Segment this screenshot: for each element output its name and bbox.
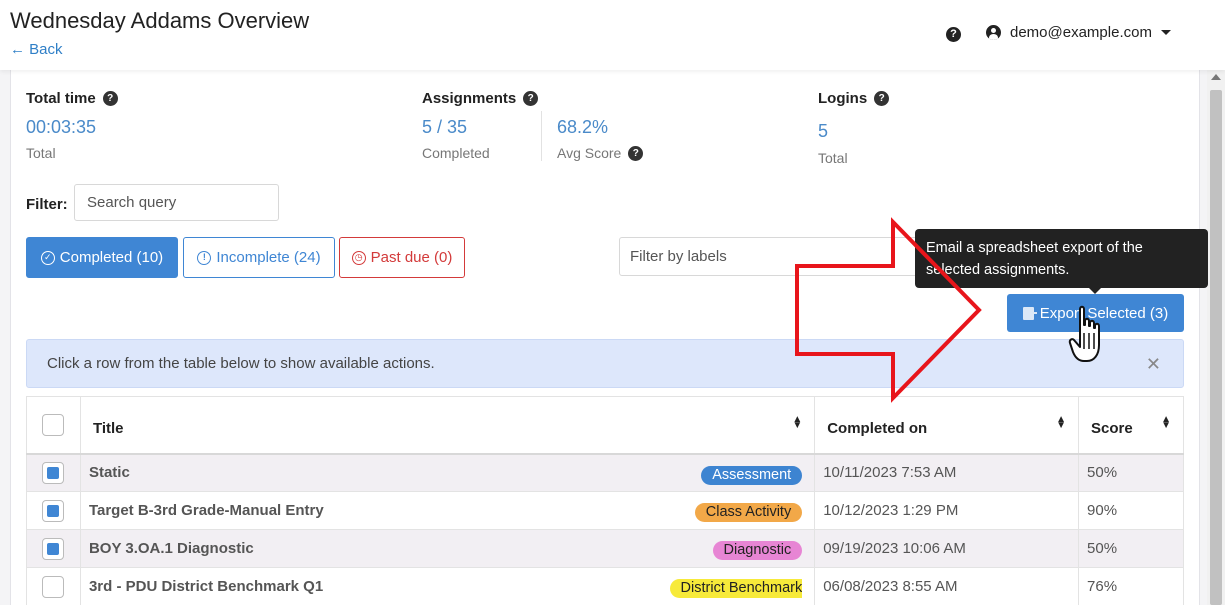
close-icon[interactable]: ✕: [1146, 354, 1161, 375]
scroll-thumb[interactable]: [1210, 90, 1222, 605]
user-circle-icon: [986, 25, 1001, 40]
question-circle-icon[interactable]: ?: [946, 27, 961, 42]
table-row[interactable]: BOY 3.OA.1 Diagnostic Diagnostic 09/19/2…: [26, 529, 1184, 568]
assignments-value: 5 / 35: [422, 117, 468, 137]
table-row[interactable]: Static Assessment 10/11/2023 7:53 AM 50%: [26, 453, 1184, 492]
row-score: 50%: [1078, 529, 1184, 568]
row-select-cell: [26, 567, 81, 605]
label-tag: Diagnostic: [712, 541, 803, 560]
label-tag: Assessment: [701, 465, 803, 485]
sort-icon: ▲ ▼: [1056, 414, 1067, 431]
row-checkbox[interactable]: [42, 499, 65, 522]
row-checkbox[interactable]: [42, 537, 65, 560]
row-title: BOY 3.OA.1 Diagnostic: [88, 540, 254, 557]
question-circle-icon[interactable]: ?: [628, 145, 644, 161]
row-select-cell: [26, 491, 81, 530]
page-title: Wednesday Addams Overview: [10, 8, 310, 33]
exclamation-circle-icon: !: [197, 250, 212, 265]
table-header-row: Title ▲ ▼ Completed on ▲ ▼ Score ▲ ▼: [26, 396, 1184, 455]
row-title: 3rd - PDU District Benchmark Q1: [88, 578, 324, 595]
clock-icon: ◷: [351, 250, 366, 265]
label-tag: District Benchmark: [669, 579, 803, 598]
past-due-filter-button[interactable]: ◷ Past due (0): [339, 237, 465, 278]
info-alert: Click a row from the table below to show…: [26, 339, 1184, 388]
row-title-cell: Static Assessment: [79, 453, 816, 492]
row-date: 09/19/2023 10:06 AM: [814, 529, 1080, 568]
export-selected-button[interactable]: Export Selected (3): [1007, 294, 1184, 332]
stat-divider: [541, 111, 542, 161]
tooltip-arrow: [1088, 287, 1102, 294]
row-checkbox[interactable]: [42, 575, 65, 598]
back-link[interactable]: ← Back: [10, 41, 63, 58]
row-title-cell: 3rd - PDU District Benchmark Q1 District…: [79, 567, 816, 605]
file-export-icon: [1022, 306, 1037, 320]
assignments-sub: Completed: [422, 145, 490, 161]
question-circle-icon[interactable]: ?: [523, 91, 539, 106]
column-header-score[interactable]: Score ▲ ▼: [1078, 396, 1184, 455]
caret-down-icon: [1160, 30, 1171, 35]
row-date: 06/08/2023 8:55 AM: [814, 567, 1080, 605]
export-tooltip: Email a spreadsheet export of the select…: [915, 229, 1208, 288]
table-row[interactable]: 3rd - PDU District Benchmark Q1 District…: [26, 567, 1184, 605]
select-all-header: [26, 396, 81, 455]
user-email: demo@example.com: [1010, 24, 1152, 41]
incomplete-filter-button[interactable]: ! Incomplete (24): [183, 237, 335, 278]
search-input[interactable]: [74, 184, 279, 221]
row-score: 90%: [1078, 491, 1184, 530]
question-circle-icon[interactable]: ?: [102, 91, 118, 106]
row-date: 10/11/2023 7:53 AM: [814, 453, 1080, 492]
row-title-cell: Target B-3rd Grade-Manual Entry Class Ac…: [79, 491, 816, 530]
completed-filter-button[interactable]: ✓ Completed (10): [26, 237, 178, 278]
total-time-label: Total time ?: [26, 90, 118, 107]
row-title-cell: BOY 3.OA.1 Diagnostic Diagnostic: [79, 529, 816, 568]
top-bar: Wednesday Addams Overview ← Back ? demo@…: [0, 0, 1225, 70]
row-checkbox[interactable]: [42, 461, 65, 484]
logins-label: Logins ?: [818, 90, 890, 107]
row-select-cell: [26, 453, 81, 492]
total-time-sub: Total: [26, 145, 56, 161]
labels-filter-placeholder: Filter by labels: [630, 248, 727, 265]
sort-icon: ▲ ▼: [792, 414, 803, 431]
scroll-up-icon[interactable]: [1211, 74, 1221, 80]
select-all-checkbox[interactable]: [42, 413, 65, 436]
label-tag: Class Activity: [694, 503, 803, 522]
question-circle-icon[interactable]: ?: [874, 91, 890, 106]
row-title: Static: [88, 464, 130, 482]
user-menu[interactable]: demo@example.com: [986, 24, 1171, 41]
table-row[interactable]: Target B-3rd Grade-Manual Entry Class Ac…: [26, 491, 1184, 530]
column-header-title[interactable]: Title ▲ ▼: [79, 396, 816, 455]
page-scrollbar[interactable]: [1207, 70, 1225, 605]
assignments-label: Assignments ?: [422, 90, 539, 107]
logins-sub: Total: [818, 150, 848, 166]
total-time-value: 00:03:35: [26, 117, 97, 137]
avg-score-value: 68.2%: [557, 117, 609, 137]
sort-icon: ▲ ▼: [1161, 414, 1171, 431]
assignments-table: Title ▲ ▼ Completed on ▲ ▼ Score ▲ ▼ Static…: [26, 396, 1184, 605]
row-date: 10/12/2023 1:29 PM: [814, 491, 1080, 530]
row-select-cell: [26, 529, 81, 568]
row-score: 50%: [1078, 453, 1184, 492]
row-title: Target B-3rd Grade-Manual Entry: [88, 502, 324, 519]
filter-label: Filter:: [26, 196, 68, 213]
logins-value: 5: [818, 121, 829, 141]
info-alert-text: Click a row from the table below to show…: [47, 355, 435, 372]
column-header-completed-on[interactable]: Completed on ▲ ▼: [814, 396, 1080, 455]
avg-score-label: Avg Score ?: [557, 145, 644, 161]
check-circle-icon: ✓: [40, 250, 55, 265]
row-score: 76%: [1078, 567, 1184, 605]
